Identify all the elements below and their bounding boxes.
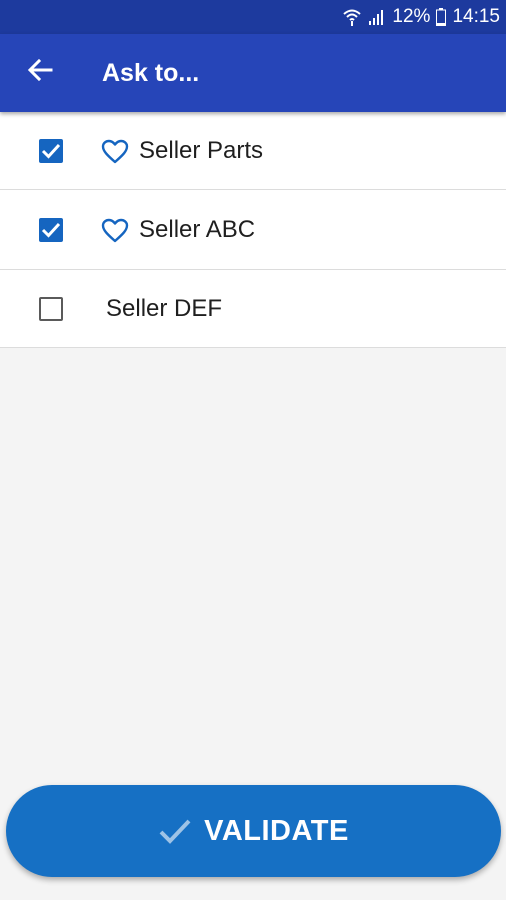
checkbox-checked[interactable] — [39, 217, 63, 242]
checkbox-checked[interactable] — [39, 138, 63, 163]
checkbox-unchecked[interactable] — [39, 296, 63, 321]
seller-name: Seller Parts — [139, 136, 264, 164]
list-item[interactable]: Seller DEF — [0, 270, 506, 348]
heart-icon — [101, 218, 129, 244]
clock: 14:15 — [452, 6, 500, 27]
page-title: Ask to... — [102, 59, 200, 87]
battery-percent: 12% — [392, 6, 431, 27]
wifi-icon — [342, 8, 362, 26]
validate-label: VALIDATE — [204, 814, 349, 847]
status-bar: 12% 14:15 — [0, 0, 506, 34]
validate-button[interactable]: VALIDATE — [6, 785, 501, 877]
back-button[interactable] — [20, 52, 60, 92]
arrow-left-icon — [27, 58, 53, 87]
seller-name: Seller ABC — [139, 215, 256, 243]
seller-name: Seller DEF — [106, 294, 223, 322]
list-item[interactable]: Seller ABC — [0, 190, 506, 270]
battery-icon — [436, 8, 447, 26]
checkmark-icon — [158, 817, 192, 845]
heart-icon — [101, 139, 129, 165]
app-bar: Ask to... — [0, 34, 506, 112]
list-item[interactable]: Seller Parts — [0, 112, 506, 190]
seller-list: Seller Parts Seller ABC Seller DEF — [0, 112, 506, 348]
signal-icon — [368, 8, 386, 26]
